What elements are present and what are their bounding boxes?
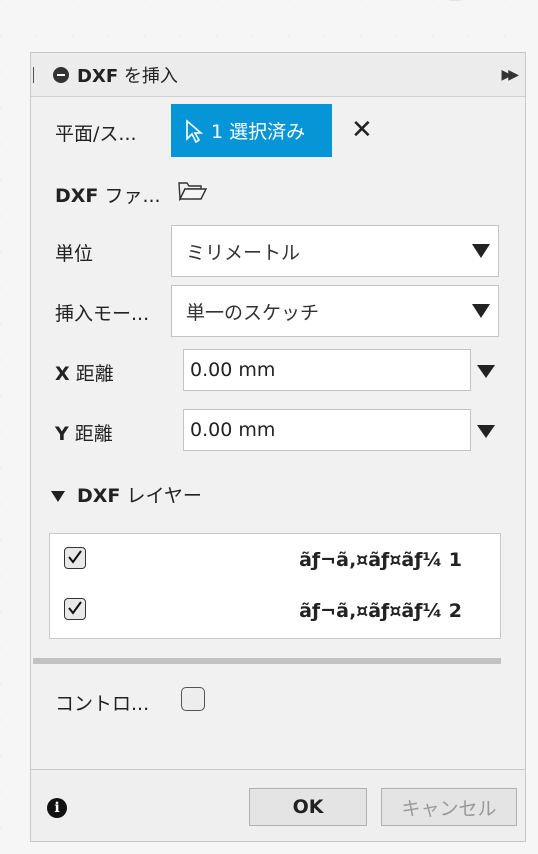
- dialog-footer: i OK キャンセル: [31, 769, 525, 841]
- layer-1-checkbox[interactable]: [64, 547, 86, 569]
- plane-selection-text: 1 選択済み: [211, 121, 306, 143]
- insert-mode-dropdown[interactable]: 単一のスケッチ: [171, 285, 499, 337]
- collapse-icon[interactable]: [53, 67, 69, 83]
- control-checkbox[interactable]: [181, 687, 205, 711]
- triangle-down-icon: [51, 491, 65, 502]
- x-distance-menu-arrow-icon[interactable]: [477, 365, 495, 378]
- plane-label: 平面/ス...: [55, 123, 137, 145]
- dxf-layers-section-toggle[interactable]: DXF レイヤー: [51, 481, 202, 508]
- dialog-titlebar[interactable]: DXF を挿入 ▶▶: [31, 53, 525, 97]
- chevron-down-icon: [472, 304, 490, 318]
- unit-value: ミリメートル: [186, 241, 301, 264]
- dxf-layers-heading: レイヤー: [120, 485, 202, 507]
- layer-2-name: ãƒ¬ã‚¤ãƒ¤ãƒ¼ 2: [299, 600, 462, 622]
- layer-1-name: ãƒ¬ã‚¤ãƒ¤ãƒ¼ 1: [299, 549, 462, 571]
- x-distance-label: X 距離: [55, 363, 114, 385]
- control-label: コントロ...: [55, 693, 150, 715]
- checkmark-icon: [68, 601, 82, 615]
- open-folder-icon[interactable]: [177, 179, 207, 201]
- cursor-arrow-icon: [186, 118, 203, 143]
- info-icon[interactable]: i: [47, 798, 67, 818]
- dialog-title: DXF を挿入: [77, 66, 178, 87]
- y-distance-label: Y 距離: [55, 423, 113, 445]
- unit-dropdown[interactable]: ミリメートル: [171, 225, 499, 277]
- x-distance-input[interactable]: 0.00 mm: [183, 349, 471, 391]
- ok-button[interactable]: OK: [249, 788, 367, 826]
- plane-selection-button[interactable]: 1 選択済み: [171, 104, 332, 157]
- clear-selection-icon[interactable]: ✕: [351, 115, 373, 145]
- cancel-button[interactable]: キャンセル: [381, 788, 517, 826]
- chevron-down-icon: [472, 244, 490, 258]
- dxf-file-label: DXF ファ...: [55, 185, 161, 207]
- layer-list: ãƒ¬ã‚¤ãƒ¤ãƒ¼ 1 ãƒ¬ã‚¤ãƒ¤ãƒ¼ 2: [49, 533, 501, 639]
- insert-mode-label: 挿入モー...: [55, 303, 150, 325]
- checkmark-icon: [68, 550, 82, 564]
- horizontal-scrollbar[interactable]: [33, 658, 501, 664]
- layer-2-checkbox[interactable]: [64, 598, 86, 620]
- y-distance-input[interactable]: 0.00 mm: [183, 409, 471, 451]
- drag-grip-icon[interactable]: [33, 67, 37, 83]
- viewcube-fragment[interactable]: [398, 0, 508, 20]
- insert-mode-value: 単一のスケッチ: [186, 301, 320, 324]
- insert-dxf-dialog: DXF を挿入 ▶▶ 平面/ス... 1 選択済み ✕ DXF ファ... 単位…: [30, 52, 526, 842]
- expand-panel-icon[interactable]: ▶▶: [501, 67, 518, 83]
- y-distance-menu-arrow-icon[interactable]: [477, 425, 495, 438]
- unit-label: 単位: [55, 243, 94, 265]
